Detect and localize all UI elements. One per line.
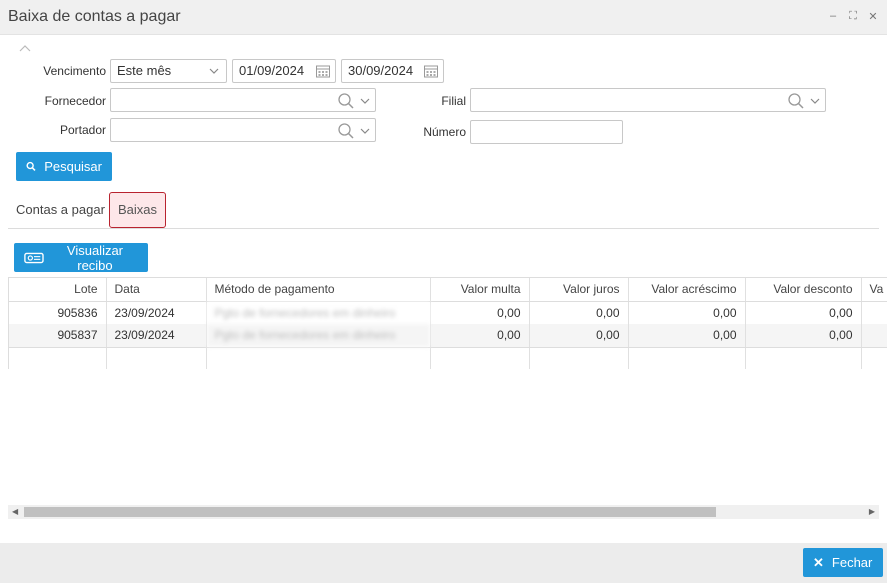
cell-juros: 0,00	[529, 324, 629, 348]
empty-row	[9, 347, 887, 369]
cell-metodo: Pgto de fornecedores em dinheiro	[206, 324, 431, 348]
table-row[interactable]: 905837 23/09/2024 Pgto de fornecedores e…	[9, 324, 887, 348]
window-titlebar: Baixa de contas a pagar – ⛶ ✕	[0, 0, 887, 35]
fornecedor-label: Fornecedor	[44, 94, 106, 108]
cell-lote: 905836	[9, 301, 107, 324]
calendar-icon[interactable]	[315, 63, 331, 79]
search-icon[interactable]	[337, 92, 355, 110]
grid-header-row: Lote Data Método de pagamento Valor mult…	[9, 278, 887, 302]
calendar-icon[interactable]	[423, 63, 439, 79]
numero-label: Número	[423, 125, 466, 139]
column-header-desconto[interactable]: Valor desconto	[745, 278, 862, 302]
column-header-juros[interactable]: Valor juros	[529, 278, 629, 302]
cell-empty	[861, 301, 887, 324]
cell-lote: 905837	[9, 324, 107, 348]
tab-contas-a-pagar[interactable]: Contas a pagar	[8, 192, 113, 228]
cell-metodo: Pgto de fornecedores em dinheiro	[206, 301, 431, 324]
horizontal-scrollbar[interactable]: ◀ ▶	[8, 505, 879, 519]
close-icon[interactable]: ✕	[867, 10, 879, 23]
chevron-down-icon[interactable]	[359, 124, 371, 138]
cell-acrescimo: 0,00	[628, 301, 746, 324]
cell-desconto: 0,00	[745, 301, 862, 324]
view-receipt-label: Visualizar recibo	[66, 242, 124, 273]
fornecedor-field[interactable]	[110, 88, 376, 112]
tab-baixas[interactable]: Baixas	[109, 192, 167, 228]
vencimento-label: Vencimento	[43, 64, 106, 78]
column-header-acrescimo[interactable]: Valor acréscimo	[628, 278, 746, 302]
scroll-right-icon[interactable]: ▶	[869, 507, 875, 516]
column-header-truncated[interactable]: Va	[861, 278, 887, 302]
table-row[interactable]: 905836 23/09/2024 Pgto de fornecedores e…	[9, 301, 887, 324]
cell-desconto: 0,00	[745, 324, 862, 348]
chevron-down-icon	[209, 68, 219, 74]
search-button[interactable]: Pesquisar	[16, 152, 112, 181]
window-controls: – ⛶ ✕	[827, 10, 879, 23]
cell-data: 23/09/2024	[106, 301, 207, 324]
date-end-value: 30/09/2024	[348, 63, 414, 78]
date-end-field[interactable]: 30/09/2024	[341, 59, 444, 83]
date-start-value: 01/09/2024	[239, 63, 305, 78]
column-header-data[interactable]: Data	[106, 278, 207, 302]
dialog-footer: ✕ Fechar	[0, 543, 887, 583]
baixas-grid: Lote Data Método de pagamento Valor mult…	[8, 277, 887, 369]
cell-empty	[861, 324, 887, 348]
receipt-icon	[24, 252, 44, 263]
portador-field[interactable]	[110, 118, 376, 142]
chevron-down-icon[interactable]	[809, 94, 821, 108]
search-icon[interactable]	[337, 122, 355, 140]
search-button-label: Pesquisar	[44, 159, 102, 174]
maximize-icon[interactable]: ⛶	[847, 10, 859, 23]
window-title: Baixa de contas a pagar	[8, 8, 181, 25]
portador-label: Portador	[59, 123, 106, 137]
filial-field[interactable]	[470, 88, 826, 112]
search-icon	[26, 161, 36, 171]
cell-data: 23/09/2024	[106, 324, 207, 348]
numero-field[interactable]	[470, 120, 623, 144]
tab-bar: Contas a pagar Baixas	[8, 192, 879, 229]
filial-label: Filial	[441, 94, 466, 108]
column-header-multa[interactable]: Valor multa	[430, 278, 530, 302]
cell-multa: 0,00	[430, 324, 530, 348]
cell-multa: 0,00	[430, 301, 530, 324]
scrollbar-thumb[interactable]	[24, 507, 716, 517]
cell-acrescimo: 0,00	[628, 324, 746, 348]
view-receipt-button[interactable]: Visualizar recibo	[14, 242, 148, 273]
column-header-lote[interactable]: Lote	[9, 278, 107, 302]
date-start-field[interactable]: 01/09/2024	[232, 59, 336, 83]
chevron-down-icon[interactable]	[359, 94, 371, 108]
scroll-left-icon[interactable]: ◀	[12, 507, 18, 516]
vencimento-select[interactable]: Este mês	[110, 59, 227, 83]
search-icon[interactable]	[787, 92, 805, 110]
close-icon: ✕	[813, 554, 824, 570]
chevron-up-icon[interactable]	[19, 43, 31, 53]
close-button-label: Fechar	[831, 555, 873, 570]
column-header-metodo[interactable]: Método de pagamento	[206, 278, 431, 302]
close-button[interactable]: ✕ Fechar	[803, 548, 883, 577]
vencimento-value: Este mês	[117, 63, 172, 78]
cell-juros: 0,00	[529, 301, 629, 324]
minimize-icon[interactable]: –	[827, 10, 839, 23]
